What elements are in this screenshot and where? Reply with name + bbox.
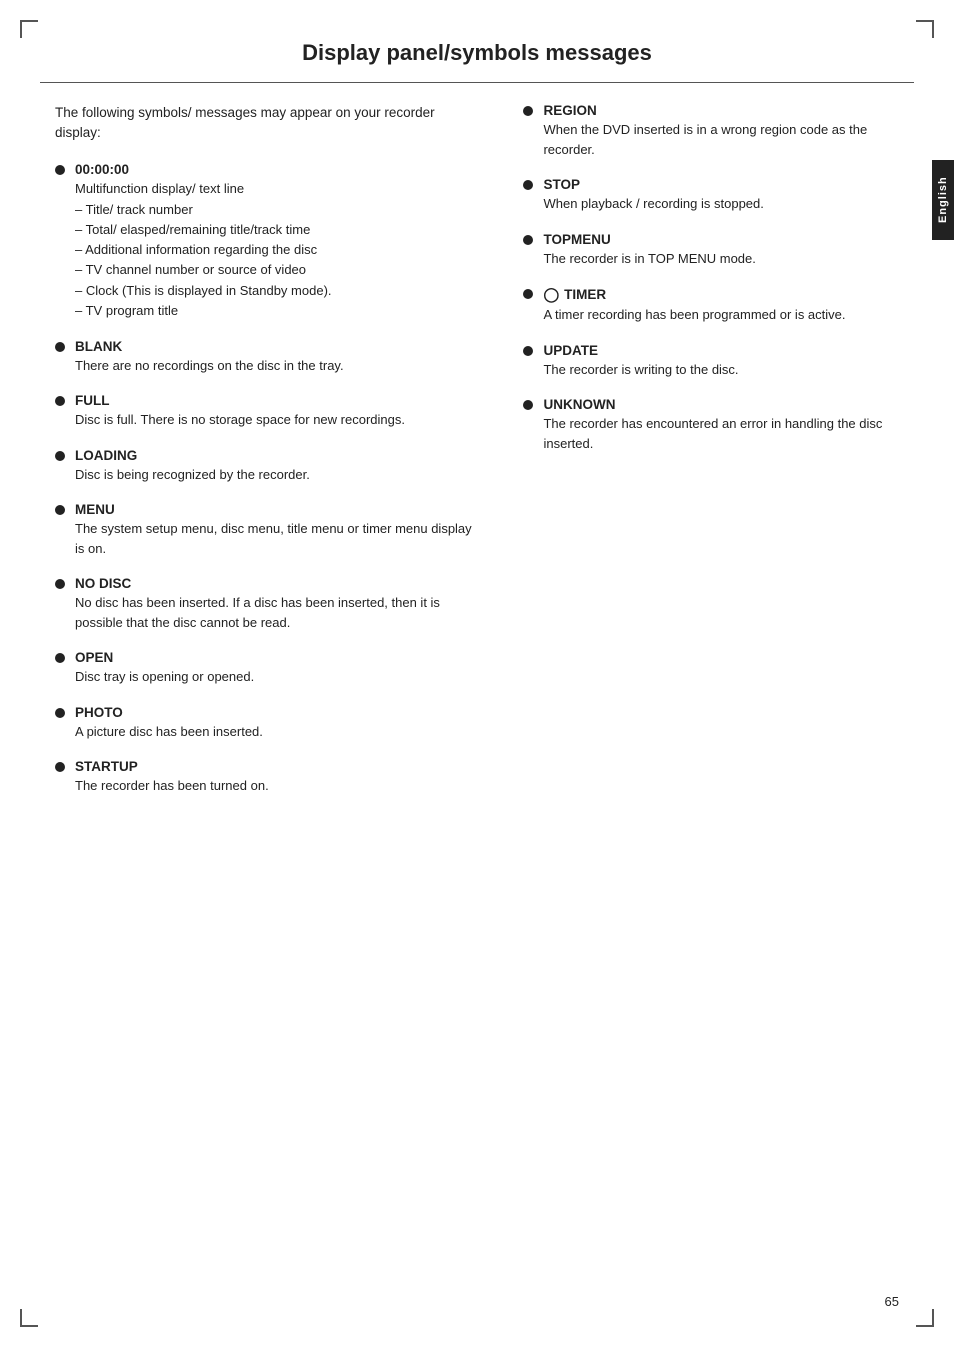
item-content: FULL Disc is full. There is no storage s… (75, 393, 483, 430)
item-content: PHOTO A picture disc has been inserted. (75, 705, 483, 742)
bullet-icon (55, 653, 65, 663)
item-desc: The system setup menu, disc menu, title … (75, 519, 483, 558)
list-item: UNKNOWN The recorder has encountered an … (523, 397, 904, 453)
list-item: 00:00:00 Multifunction display/ text lin… (55, 162, 483, 321)
item-desc: The recorder has encountered an error in… (543, 414, 904, 453)
item-desc: The recorder has been turned on. (75, 776, 483, 796)
item-label: MENU (75, 502, 483, 517)
item-desc: No disc has been inserted. If a disc has… (75, 593, 483, 632)
list-item: OPEN Disc tray is opening or opened. (55, 650, 483, 687)
sub-list-item: Total/ elasped/remaining title/track tim… (75, 220, 483, 240)
sub-list-item: TV channel number or source of video (75, 260, 483, 280)
item-content: TOPMENU The recorder is in TOP MENU mode… (543, 232, 904, 269)
bullet-icon (55, 342, 65, 352)
language-tab: English (932, 160, 954, 240)
item-content: REGION When the DVD inserted is in a wro… (543, 103, 904, 159)
timer-clock-icon: ◯ (543, 286, 559, 303)
corner-mark-br (916, 1309, 934, 1327)
item-content: MENU The system setup menu, disc menu, t… (75, 502, 483, 558)
item-label: FULL (75, 393, 483, 408)
bullet-icon (523, 400, 533, 410)
list-item: FULL Disc is full. There is no storage s… (55, 393, 483, 430)
item-label: BLANK (75, 339, 483, 354)
item-label: LOADING (75, 448, 483, 463)
item-content: OPEN Disc tray is opening or opened. (75, 650, 483, 687)
item-desc: There are no recordings on the disc in t… (75, 356, 483, 376)
item-content: ◯ TIMER A timer recording has been progr… (543, 286, 904, 325)
corner-mark-tr (916, 20, 934, 38)
list-item: LOADING Disc is being recognized by the … (55, 448, 483, 485)
item-desc: Multifunction display/ text line (75, 179, 483, 199)
bullet-icon (55, 165, 65, 175)
bullet-icon (55, 505, 65, 515)
list-item: BLANK There are no recordings on the dis… (55, 339, 483, 376)
item-label: 00:00:00 (75, 162, 483, 177)
item-desc: The recorder is in TOP MENU mode. (543, 249, 904, 269)
sub-list-item: Clock (This is displayed in Standby mode… (75, 281, 483, 301)
item-content: BLANK There are no recordings on the dis… (75, 339, 483, 376)
intro-text: The following symbols/ messages may appe… (55, 103, 483, 144)
item-desc: Disc is full. There is no storage space … (75, 410, 483, 430)
item-label: NO DISC (75, 576, 483, 591)
list-item: REGION When the DVD inserted is in a wro… (523, 103, 904, 159)
sub-list: Title/ track number Total/ elasped/remai… (75, 200, 483, 321)
bullet-icon (523, 235, 533, 245)
item-label: STOP (543, 177, 904, 192)
list-item: NO DISC No disc has been inserted. If a … (55, 576, 483, 632)
item-desc: When playback / recording is stopped. (543, 194, 904, 214)
item-content: LOADING Disc is being recognized by the … (75, 448, 483, 485)
item-content: NO DISC No disc has been inserted. If a … (75, 576, 483, 632)
bullet-icon (55, 451, 65, 461)
item-content: UPDATE The recorder is writing to the di… (543, 343, 904, 380)
page-title: Display panel/symbols messages (40, 0, 914, 83)
page-number: 65 (885, 1294, 899, 1309)
item-content: STARTUP The recorder has been turned on. (75, 759, 483, 796)
item-label: UPDATE (543, 343, 904, 358)
sub-list-item: TV program title (75, 301, 483, 321)
sub-list-item: Title/ track number (75, 200, 483, 220)
item-desc: A timer recording has been programmed or… (543, 305, 904, 325)
list-item: UPDATE The recorder is writing to the di… (523, 343, 904, 380)
item-content: 00:00:00 Multifunction display/ text lin… (75, 162, 483, 321)
item-label: UNKNOWN (543, 397, 904, 412)
item-content: STOP When playback / recording is stoppe… (543, 177, 904, 214)
bullet-icon (523, 346, 533, 356)
bullet-icon (55, 396, 65, 406)
corner-mark-tl (20, 20, 38, 38)
item-label: OPEN (75, 650, 483, 665)
item-label: TOPMENU (543, 232, 904, 247)
item-label: PHOTO (75, 705, 483, 720)
sub-list-item: Additional information regarding the dis… (75, 240, 483, 260)
list-item: MENU The system setup menu, disc menu, t… (55, 502, 483, 558)
item-desc: Disc tray is opening or opened. (75, 667, 483, 687)
left-column: The following symbols/ messages may appe… (55, 103, 513, 814)
bullet-icon (55, 579, 65, 589)
item-label: REGION (543, 103, 904, 118)
right-column: REGION When the DVD inserted is in a wro… (513, 103, 904, 814)
corner-mark-bl (20, 1309, 38, 1327)
content-area: The following symbols/ messages may appe… (0, 83, 954, 834)
bullet-icon (523, 289, 533, 299)
item-label: STARTUP (75, 759, 483, 774)
list-item: PHOTO A picture disc has been inserted. (55, 705, 483, 742)
item-desc: The recorder is writing to the disc. (543, 360, 904, 380)
bullet-icon (523, 106, 533, 116)
list-item: TOPMENU The recorder is in TOP MENU mode… (523, 232, 904, 269)
item-desc: A picture disc has been inserted. (75, 722, 483, 742)
item-desc: Disc is being recognized by the recorder… (75, 465, 483, 485)
bullet-icon (55, 762, 65, 772)
timer-label-text: TIMER (564, 287, 606, 302)
list-item: STOP When playback / recording is stoppe… (523, 177, 904, 214)
bullet-icon (523, 180, 533, 190)
list-item: STARTUP The recorder has been turned on. (55, 759, 483, 796)
list-item: ◯ TIMER A timer recording has been progr… (523, 286, 904, 325)
item-label: ◯ TIMER (543, 286, 904, 303)
item-content: UNKNOWN The recorder has encountered an … (543, 397, 904, 453)
item-desc: When the DVD inserted is in a wrong regi… (543, 120, 904, 159)
bullet-icon (55, 708, 65, 718)
